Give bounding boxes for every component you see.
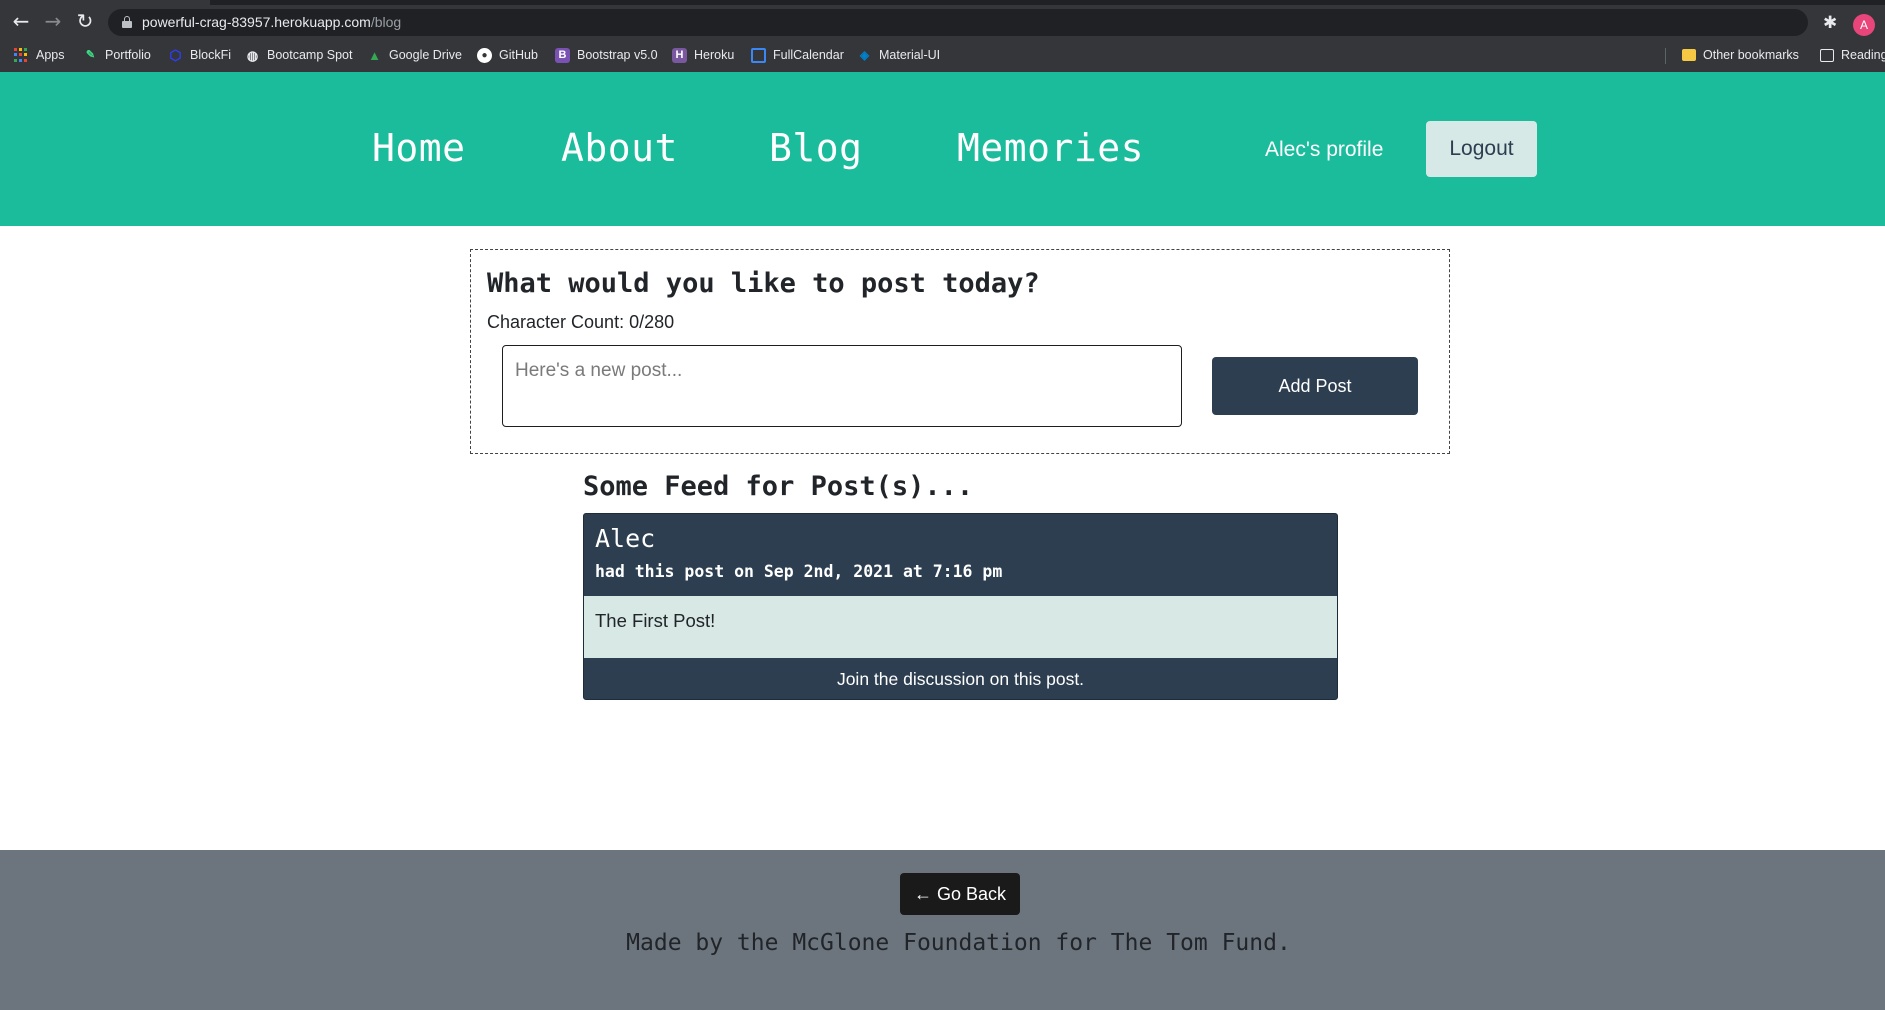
logout-button[interactable]: Logout [1426, 121, 1537, 177]
globe-icon: ◍ [246, 47, 259, 63]
bookmark-label: GitHub [499, 48, 538, 62]
go-back-button[interactable]: ← Go Back [900, 873, 1020, 915]
calendar-icon [751, 47, 766, 63]
bootstrap-icon: B [555, 47, 570, 63]
back-arrow-icon[interactable]: ← [8, 8, 34, 34]
nav-about[interactable]: About [561, 126, 678, 170]
hexagon-icon: ⬡ [169, 46, 182, 63]
address-bar[interactable]: powerful-crag-83957.herokuapp.com/blog ☆ [108, 9, 1808, 36]
github-icon: ● [477, 47, 492, 63]
nav-blog[interactable]: Blog [769, 126, 863, 170]
nav-home[interactable]: Home [372, 126, 466, 170]
other-bookmarks[interactable]: Other bookmarks [1682, 44, 1799, 66]
site-header: Home About Blog Memories Alec's profile … [0, 72, 1885, 226]
bookmark-apps[interactable]: Apps [14, 44, 65, 66]
bookmarks-divider [1665, 48, 1666, 64]
add-post-button[interactable]: Add Post [1212, 357, 1418, 415]
bookmark-google-drive[interactable]: ▲ Google Drive [367, 44, 462, 66]
site-footer: ← Go Back Made by the McGlone Foundation… [0, 850, 1885, 1010]
drive-icon: ▲ [368, 47, 381, 63]
bookmark-label: Bootstrap v5.0 [577, 48, 658, 62]
folder-icon [1682, 49, 1696, 61]
browser-chrome: ← → ↻ powerful-crag-83957.herokuapp.com/… [0, 0, 1885, 72]
bookmark-portfolio[interactable]: ✎ Portfolio [83, 44, 151, 66]
composer-title: What would you like to post today? [487, 268, 1040, 299]
post-body: The First Post! [584, 596, 1337, 658]
address-row: ← → ↻ powerful-crag-83957.herokuapp.com/… [0, 5, 1885, 38]
url-host: powerful-crag-83957.herokuapp.com [142, 14, 371, 30]
bookmark-blockfi[interactable]: ⬡ BlockFi [168, 44, 231, 66]
post-composer: What would you like to post today? Chara… [470, 249, 1450, 454]
bookmark-heroku[interactable]: H Heroku [672, 44, 734, 66]
bookmark-label: Apps [36, 48, 65, 62]
post-card: Alec had this post on Sep 2nd, 2021 at 7… [583, 513, 1338, 700]
reading-list[interactable]: Reading [1820, 44, 1885, 66]
feed-title: Some Feed for Post(s)... [583, 471, 974, 502]
pencil-icon: ✎ [85, 48, 96, 61]
post-text: The First Post! [595, 610, 716, 631]
bookmark-label: Portfolio [105, 48, 151, 62]
profile-link[interactable]: Alec's profile [1265, 138, 1383, 162]
nav-memories[interactable]: Memories [957, 126, 1144, 170]
post-author: Alec [595, 524, 656, 553]
bookmark-bootstrap[interactable]: B Bootstrap v5.0 [555, 44, 658, 66]
reading-list-label: Reading [1841, 48, 1885, 62]
footer-credit: Made by the McGlone Foundation for The T… [626, 930, 1291, 956]
bookmark-fullcalendar[interactable]: FullCalendar [751, 44, 844, 66]
lock-icon[interactable] [122, 16, 132, 28]
bookmark-material-ui[interactable]: ◈ Material-UI [857, 44, 940, 66]
apps-grid-icon [14, 47, 29, 63]
forward-arrow-icon[interactable]: → [40, 8, 66, 34]
puzzle-icon[interactable]: ✱ [1823, 13, 1837, 33]
bookmarks-bar: Apps ✎ Portfolio ⬡ BlockFi ◍ Bootcamp Sp… [0, 40, 1885, 70]
bookmark-label: Heroku [694, 48, 735, 62]
url-text[interactable]: powerful-crag-83957.herokuapp.com/blog [142, 14, 401, 30]
post-meta: had this post on Sep 2nd, 2021 at 7:16 p… [595, 562, 1003, 581]
join-discussion-link[interactable]: Join the discussion on this post. [584, 658, 1337, 699]
bookmark-label: BlockFi [190, 48, 231, 62]
bookmark-github[interactable]: ● GitHub [477, 44, 538, 66]
bookmark-label: FullCalendar [773, 48, 844, 62]
material-ui-icon: ◈ [859, 47, 870, 62]
reload-icon[interactable]: ↻ [72, 8, 98, 34]
bookmark-label: Material-UI [879, 48, 941, 62]
other-bookmarks-label: Other bookmarks [1703, 48, 1799, 62]
new-post-input[interactable] [502, 345, 1182, 427]
bookmark-label: Bootcamp Spot [267, 48, 353, 62]
avatar[interactable]: A [1853, 14, 1875, 36]
url-path: /blog [370, 14, 402, 30]
bookmark-bootcamp-spot[interactable]: ◍ Bootcamp Spot [245, 44, 353, 66]
heroku-icon: H [672, 47, 687, 63]
character-count: Character Count: 0/280 [487, 312, 675, 332]
bookmark-label: Google Drive [389, 48, 462, 62]
reading-list-icon [1820, 48, 1834, 62]
